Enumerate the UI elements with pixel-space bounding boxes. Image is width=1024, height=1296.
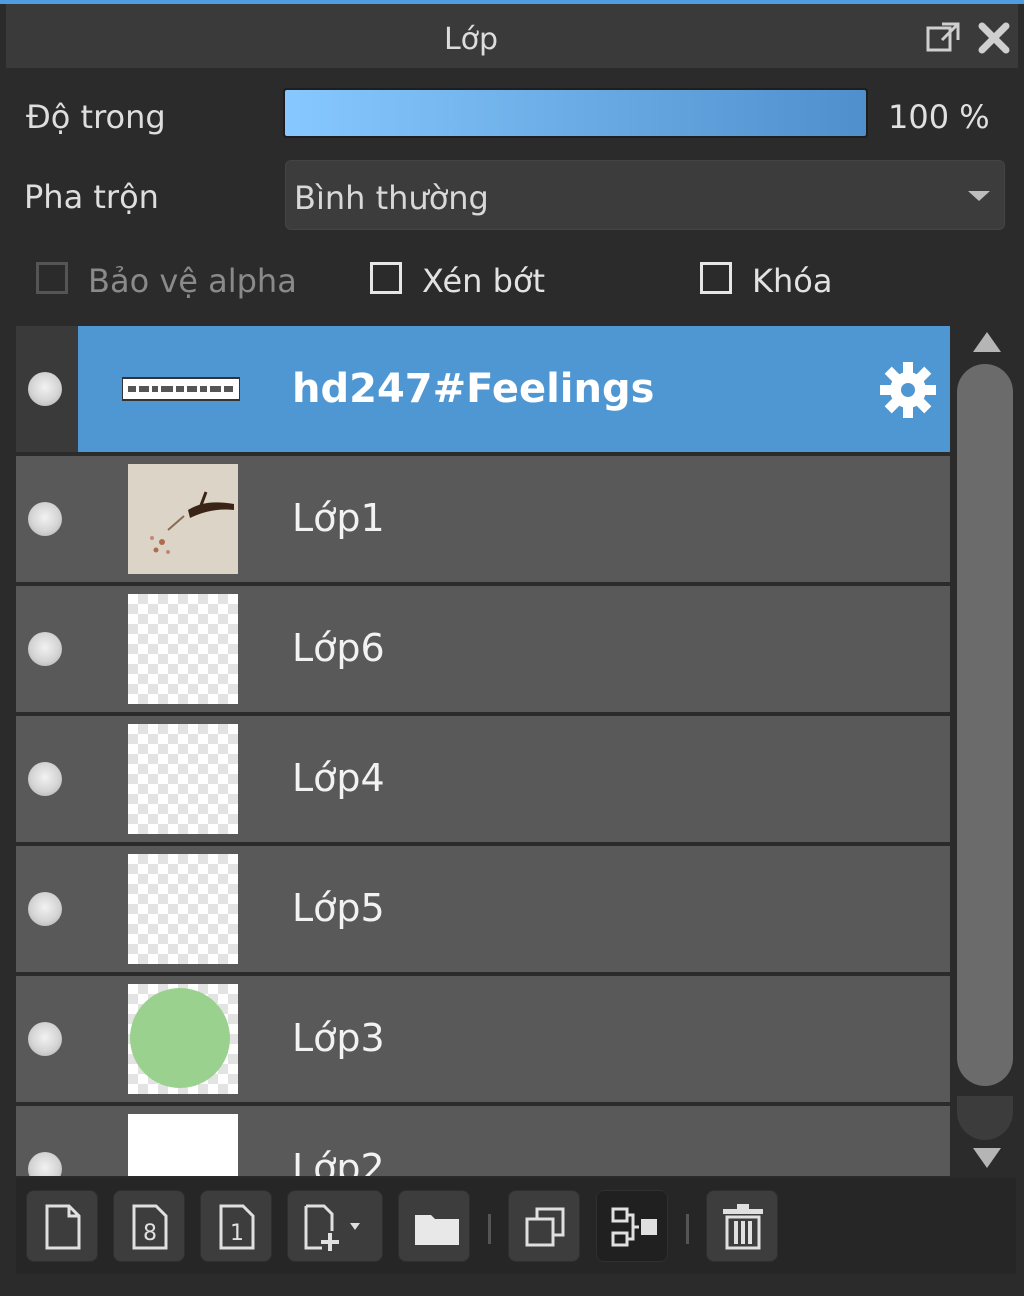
lock-checkbox[interactable]: [700, 262, 732, 294]
duplicate-layer-button[interactable]: [508, 1190, 580, 1262]
folder-icon: [415, 1215, 459, 1245]
layer-row[interactable]: hd247#Feelings: [16, 326, 950, 452]
layer-list: hd247#Feelings Lớp1 Lớp6 Lớp4 Lớp5 Lớp3 …: [16, 326, 950, 1176]
clip-label: Xén bớt: [422, 262, 546, 300]
layer-thumbnail: [128, 984, 238, 1094]
layer-thumbnail: [128, 854, 238, 964]
blend-label: Pha trộn: [24, 178, 159, 216]
scroll-up-icon[interactable]: [973, 332, 1001, 352]
clip-checkbox[interactable]: [370, 262, 402, 294]
opacity-value: 100 %: [888, 98, 990, 136]
layer-thumbnail: [128, 724, 238, 834]
layer-name: Lớp6: [292, 626, 385, 670]
page-1-icon: 1: [219, 1204, 255, 1250]
visibility-toggle[interactable]: [28, 372, 62, 406]
popout-icon[interactable]: [924, 18, 964, 58]
layer-thumbnail: [121, 376, 241, 402]
blend-mode-select[interactable]: Bình thường: [285, 160, 1005, 230]
opacity-label: Độ trong: [26, 98, 166, 136]
scrollbar-track[interactable]: [957, 1096, 1013, 1140]
layer-row[interactable]: Lớp6: [16, 586, 950, 712]
toolbar-separator: [686, 1214, 689, 1244]
add-layer-dropdown-button[interactable]: [287, 1190, 383, 1262]
layer-row[interactable]: Lớp4: [16, 716, 950, 842]
opacity-slider-fill: [285, 90, 866, 136]
close-icon[interactable]: [974, 18, 1014, 58]
layer-panel: Lớp Độ trong 100 % Pha trộn Bình thường …: [0, 0, 1024, 1296]
layer-thumbnail: [128, 594, 238, 704]
layer-row[interactable]: Lớp5: [16, 846, 950, 972]
duplicate-icon: [525, 1207, 565, 1247]
gear-icon[interactable]: [878, 360, 938, 420]
layer-name: Lớp2: [292, 1146, 385, 1176]
visibility-toggle[interactable]: [28, 762, 62, 796]
blend-mode-value: Bình thường: [294, 179, 489, 217]
scroll-down-icon[interactable]: [973, 1148, 1001, 1168]
panel-title: Lớp: [443, 22, 499, 57]
visibility-toggle[interactable]: [28, 502, 62, 536]
visibility-toggle[interactable]: [28, 632, 62, 666]
visibility-toggle[interactable]: [28, 1022, 62, 1056]
add-page-icon: [304, 1204, 360, 1251]
merge-icon: [611, 1207, 657, 1247]
page-8-icon: 8: [132, 1204, 168, 1250]
visibility-toggle[interactable]: [28, 892, 62, 926]
layer-list-scrollbar[interactable]: [953, 326, 1017, 1176]
layer-row[interactable]: Lớp3: [16, 976, 950, 1102]
lock-label: Khóa: [752, 262, 833, 300]
new-1bit-layer-button[interactable]: 1: [200, 1190, 272, 1262]
layer-row[interactable]: Lớp2: [16, 1106, 950, 1176]
panel-title-bar: Lớp: [6, 4, 1018, 68]
svg-text:1: 1: [230, 1221, 244, 1246]
new-layer-button[interactable]: [26, 1190, 98, 1262]
toolbar-separator: [488, 1214, 491, 1244]
layer-name: Lớp5: [292, 886, 385, 930]
layer-toolbar: 8 1: [16, 1178, 1016, 1274]
layer-thumbnail: [128, 1114, 238, 1176]
visibility-toggle[interactable]: [28, 1152, 62, 1176]
trash-icon: [723, 1204, 763, 1250]
layer-thumbnail: [128, 464, 238, 574]
layer-name: Lớp1: [292, 496, 385, 540]
layer-name: hd247#Feelings: [292, 366, 655, 412]
opacity-slider[interactable]: [283, 88, 868, 138]
scrollbar-thumb[interactable]: [957, 364, 1013, 1086]
delete-layer-button[interactable]: [706, 1190, 778, 1262]
svg-text:8: 8: [143, 1221, 157, 1246]
protect-alpha-label: Bảo vệ alpha: [88, 262, 297, 300]
layer-row[interactable]: Lớp1: [16, 456, 950, 582]
protect-alpha-checkbox[interactable]: [36, 262, 68, 294]
chevron-down-icon: [968, 191, 990, 201]
new-8bit-layer-button[interactable]: 8: [113, 1190, 185, 1262]
new-folder-button[interactable]: [398, 1190, 470, 1262]
layer-name: Lớp3: [292, 1016, 385, 1060]
merge-layer-button[interactable]: [596, 1190, 668, 1262]
new-page-icon: [45, 1204, 81, 1250]
layer-name: Lớp4: [292, 756, 385, 800]
